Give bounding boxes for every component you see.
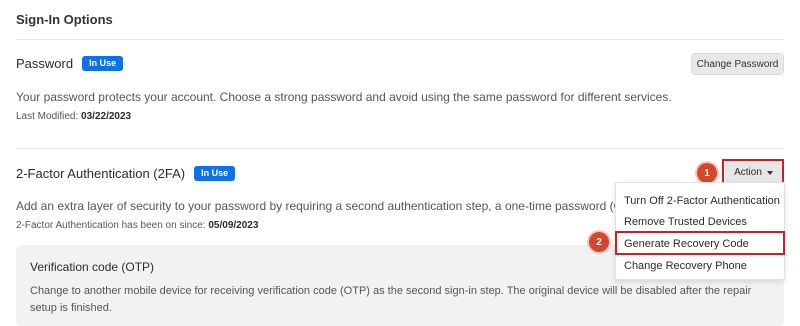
action-dropdown-button[interactable]: Action: [725, 161, 782, 184]
password-last-modified: Last Modified: 03/22/2023: [16, 111, 131, 122]
twofa-description: Add an extra layer of security to your p…: [16, 199, 646, 213]
verification-description: Change to another mobile device for rece…: [30, 285, 752, 314]
change-password-button[interactable]: Change Password: [691, 53, 784, 75]
password-title: Password: [16, 56, 74, 71]
action-button-label: Action: [734, 167, 762, 178]
verification-title: Verification code (OTP): [30, 260, 155, 274]
twofa-title: 2-Factor Authentication (2FA): [16, 166, 186, 181]
password-meta-value: 03/22/2023: [81, 111, 132, 122]
password-meta-label: Last Modified:: [16, 111, 79, 122]
password-status-badge: In Use: [82, 56, 124, 71]
twofa-row-title: 2-Factor Authentication (2FA) In Use: [16, 166, 236, 181]
divider: [16, 39, 784, 40]
twofa-meta-value: 05/09/2023: [208, 220, 259, 231]
caret-down-icon: [766, 170, 773, 175]
recovery-code-highlight-box: [615, 231, 785, 255]
password-description: Your password protects your account. Cho…: [16, 90, 672, 104]
menu-item-change-recovery-phone[interactable]: Change Recovery Phone: [616, 255, 784, 277]
page-title: Sign-In Options: [16, 12, 113, 27]
step-2-marker: 2: [589, 232, 609, 252]
twofa-meta-label: 2-Factor Authentication has been on sinc…: [16, 220, 206, 231]
twofa-status-badge: In Use: [194, 166, 236, 181]
divider: [16, 148, 784, 149]
password-row-title: Password In Use: [16, 56, 124, 71]
menu-item-remove-trusted-devices[interactable]: Remove Trusted Devices: [616, 211, 784, 233]
step-1-marker: 1: [697, 163, 717, 183]
twofa-enabled-since: 2-Factor Authentication has been on sinc…: [16, 220, 258, 231]
menu-item-turn-off-2fa[interactable]: Turn Off 2-Factor Authentication: [616, 190, 784, 212]
